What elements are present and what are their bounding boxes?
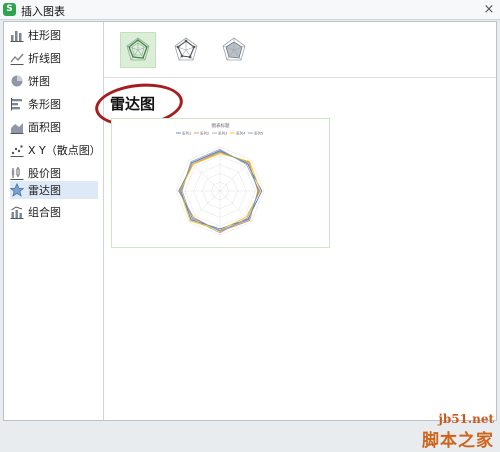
sidebar-item-label: 面积图 [28, 121, 61, 134]
legend-label: 系列4 [236, 130, 246, 135]
sidebar-item-label: 饼图 [28, 75, 50, 88]
chart-preview[interactable]: 图表标题 系列1 系列2 系列3 系列4 系列5 [111, 118, 330, 248]
close-icon[interactable]: × [482, 3, 496, 17]
sidebar-item-label: 条形图 [28, 98, 61, 111]
radar-preview-svg: 图表标题 系列1 系列2 系列3 系列4 系列5 [175, 122, 265, 236]
combo-chart-icon [10, 206, 24, 219]
subtype-radar[interactable] [120, 32, 156, 68]
line-chart-icon [10, 53, 24, 65]
legend-label: 系列3 [218, 130, 227, 135]
legend-label: 系列2 [200, 130, 209, 135]
sidebar-item-label: 股价图 [28, 167, 61, 180]
stock-chart-icon [10, 167, 24, 180]
legend-label: 系列5 [254, 130, 263, 135]
window-title: 插入图表 [21, 5, 65, 18]
preview-legend: 系列1 系列2 系列3 系列4 系列5 [176, 130, 263, 135]
sidebar-item-combo[interactable]: 组合图 [10, 203, 98, 221]
chart-type-sidebar: 柱形图 折线图 饼图 条形图 面积图 X Y（散点图） 股价图 雷达图 组合图 [4, 22, 104, 420]
sidebar-item-label: 折线图 [28, 52, 61, 65]
sidebar-item-pie[interactable]: 饼图 [10, 72, 98, 90]
sidebar-item-scatter[interactable]: X Y（散点图） [10, 141, 101, 159]
bar-chart-icon [10, 31, 24, 42]
chart-subtype-row [104, 22, 496, 78]
wps-app-icon: S [3, 3, 16, 16]
preview-title: 图表标题 [212, 122, 230, 129]
sidebar-item-label: 柱形图 [28, 29, 61, 42]
watermark-name: 脚本之家 [422, 431, 494, 451]
legend-label: 系列1 [182, 130, 191, 135]
sidebar-item-label: 雷达图 [28, 184, 61, 197]
sidebar-item-line[interactable]: 折线图 [10, 49, 98, 67]
pie-chart-icon [11, 75, 23, 87]
sidebar-item-radar[interactable]: 雷达图 [10, 181, 98, 199]
filled-radar-subtype-icon [222, 37, 246, 61]
radar-grid [175, 146, 265, 236]
radar-markers-subtype-icon [174, 37, 198, 61]
subtype-filled-radar[interactable] [216, 32, 252, 68]
scatter-chart-icon [10, 145, 24, 157]
radar-subtype-icon [126, 37, 150, 61]
watermark: jb51.net 脚本之家 [422, 412, 494, 451]
horizontal-bar-icon [11, 98, 22, 111]
sidebar-item-label: 组合图 [28, 206, 61, 219]
subtype-radar-markers[interactable] [168, 32, 204, 68]
sidebar-item-bar[interactable]: 柱形图 [10, 26, 98, 44]
sidebar-item-stock[interactable]: 股价图 [10, 164, 98, 182]
title-bar: S 插入图表 × [0, 0, 500, 20]
area-chart-icon [10, 123, 24, 134]
sidebar-item-label: X Y（散点图） [28, 144, 101, 157]
radar-chart-icon [10, 183, 24, 197]
sidebar-item-area[interactable]: 面积图 [10, 118, 98, 136]
watermark-site: jb51.net [438, 412, 494, 426]
sidebar-item-horizontal-bar[interactable]: 条形图 [10, 95, 98, 113]
